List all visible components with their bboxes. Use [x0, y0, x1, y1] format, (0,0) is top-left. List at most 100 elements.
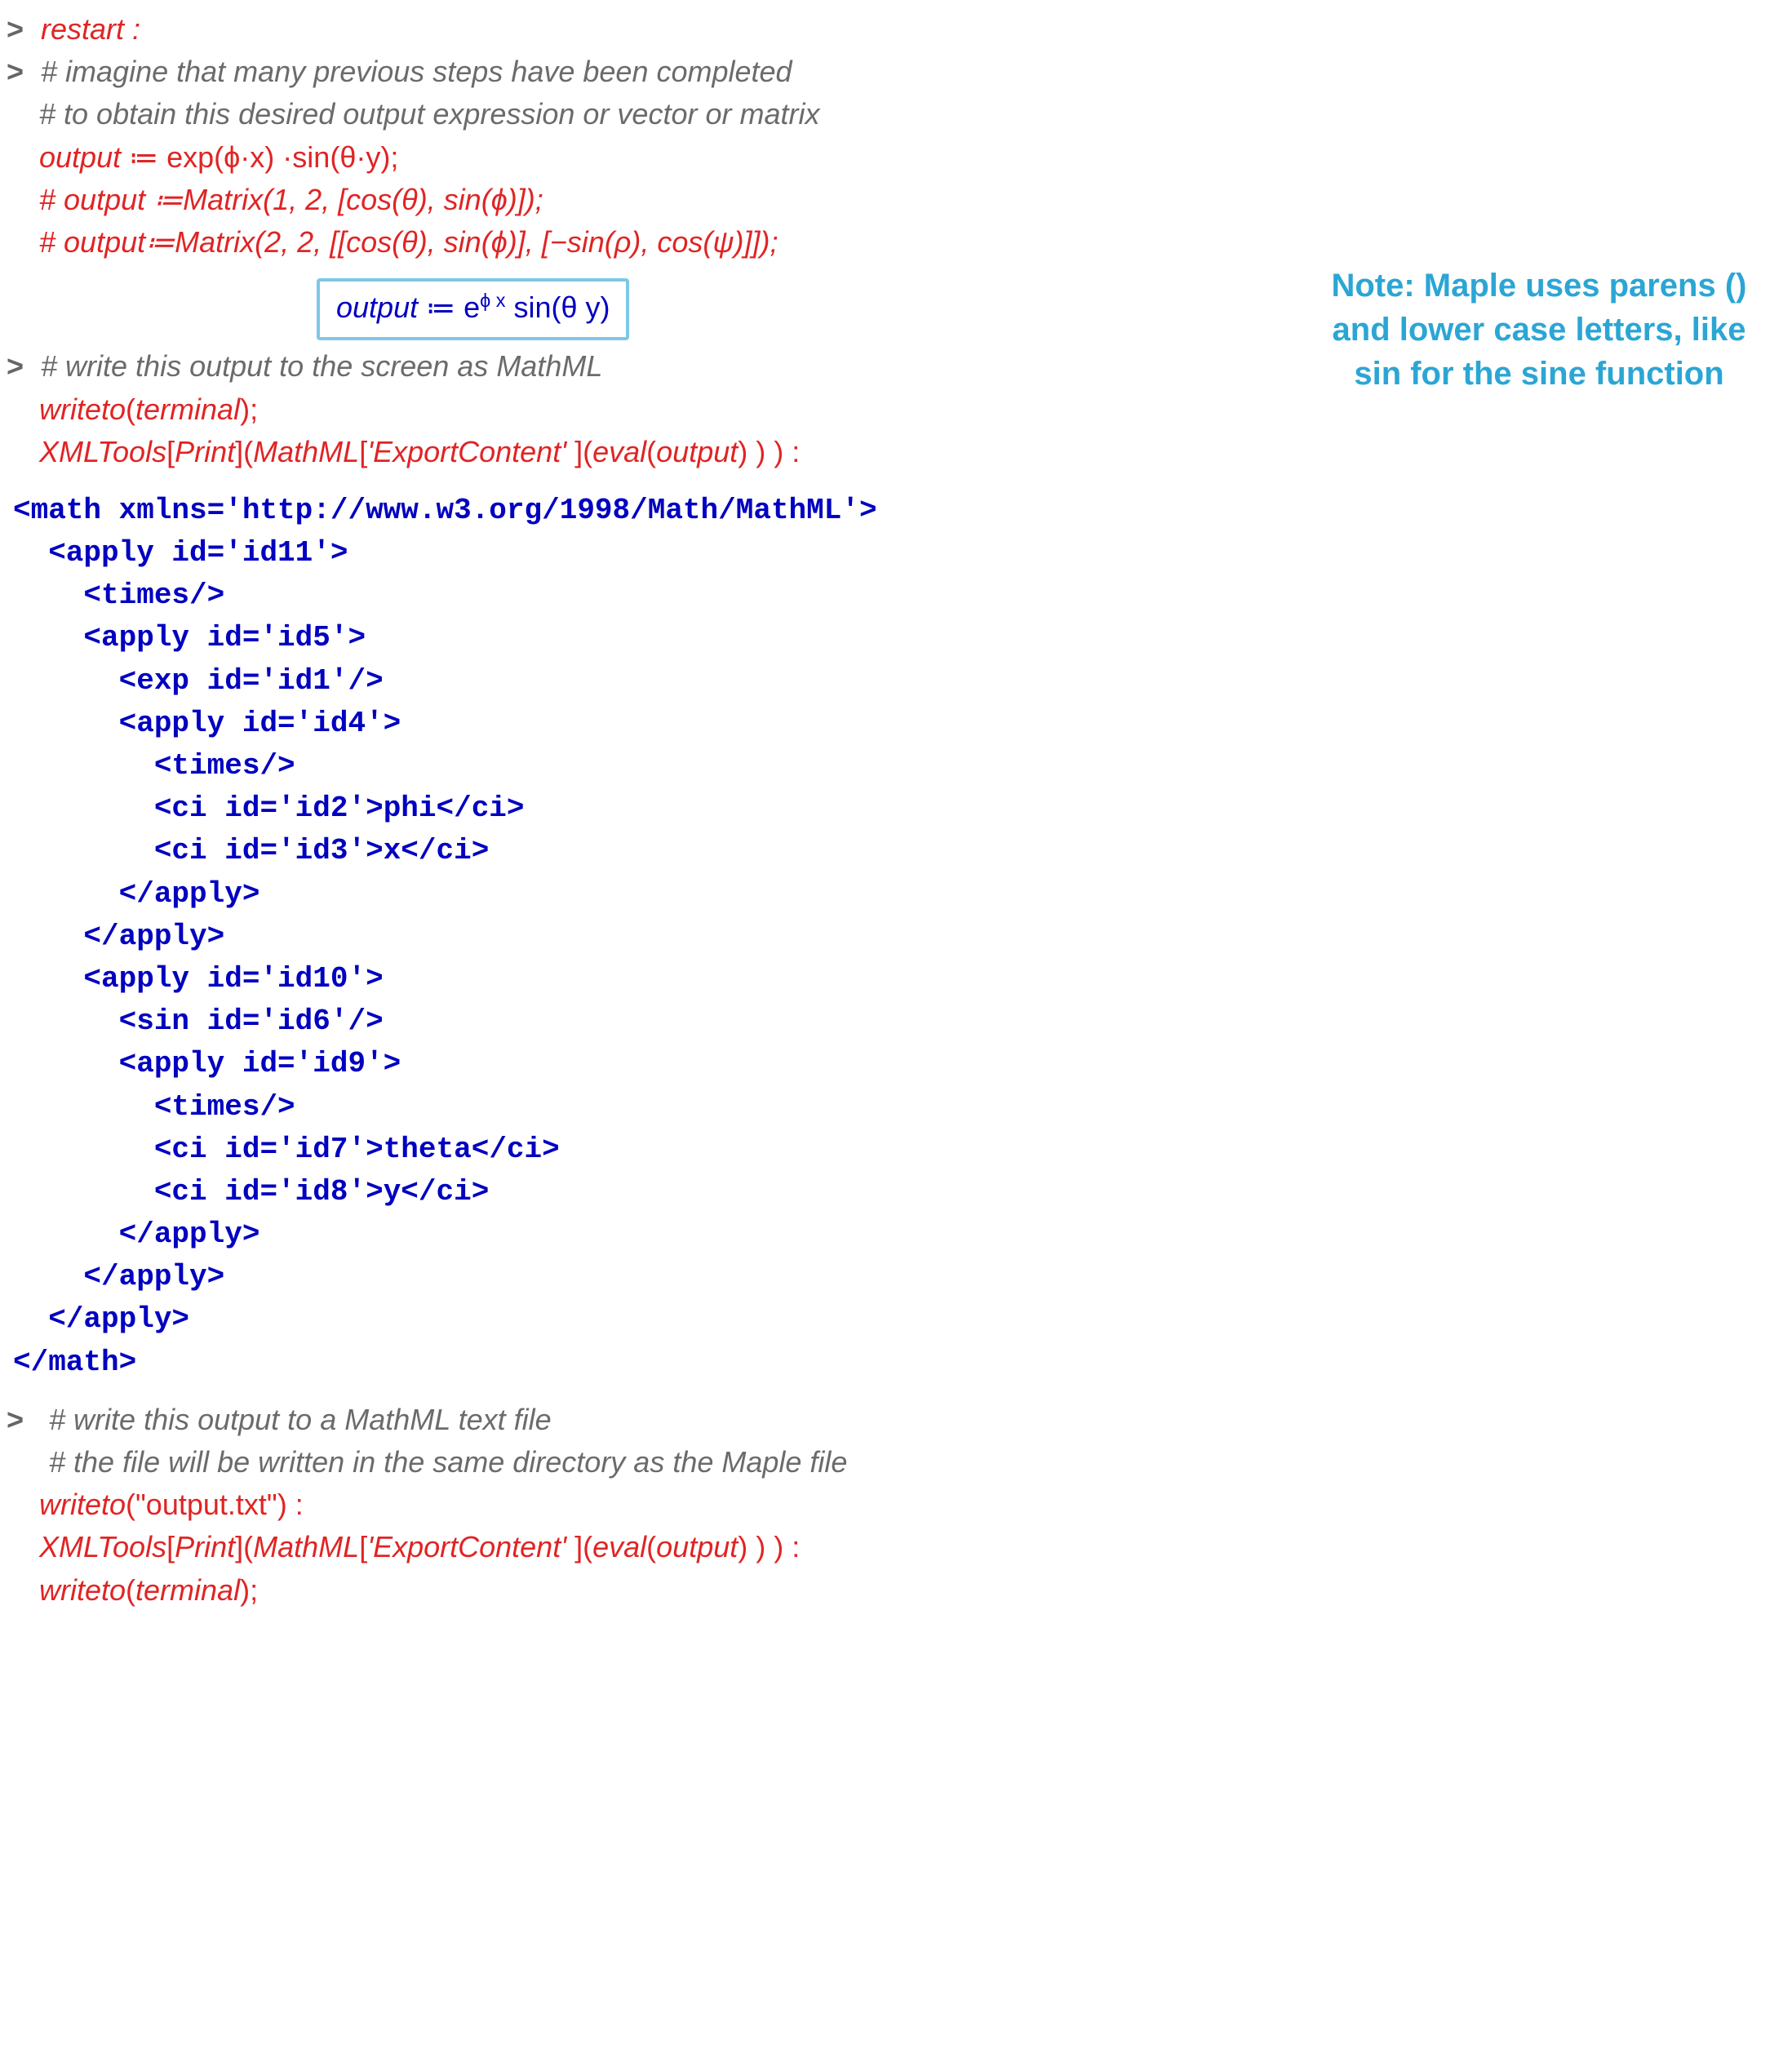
ci-close: </ci>: [401, 1175, 489, 1209]
exportcontent: 'ExportContent': [367, 435, 566, 468]
comment-text: [41, 1403, 49, 1436]
paren-close: ): [240, 1573, 250, 1607]
mathml-line: </apply>: [13, 873, 1776, 916]
assign-op: ≔: [121, 140, 166, 174]
ci-content: x: [384, 834, 401, 867]
ci-close: </ci>: [472, 1133, 560, 1166]
input-line-comment-6: > # write this output to a MathML text f…: [7, 1399, 1776, 1441]
mathml-line: <exp id='id1'/>: [13, 660, 1776, 703]
mathml-line: </apply>: [13, 1213, 1776, 1256]
semicolon: ;: [390, 140, 398, 174]
e-base: e: [464, 291, 480, 324]
sin-arg: (θ·y): [330, 140, 390, 174]
semicolon: ;: [250, 1573, 258, 1607]
input-line-writeto-terminal-2: writeto(terminal);: [7, 1569, 1776, 1612]
mathml: MathML: [253, 1530, 359, 1563]
mathml-line: <times/>: [13, 574, 1776, 617]
mathml-output-block: <math xmlns='http://www.w3.org/1998/Math…: [13, 490, 1776, 1384]
exp-arg: (ϕ·x): [214, 140, 274, 174]
comment-text: # output≔Matrix(2, 2, [[cos(θ), sin(ϕ)],…: [39, 225, 778, 259]
mathml-line: <ci id='id2'>phi</ci>: [13, 787, 1776, 830]
input-line-xmltools-print: XMLTools[Print](MathML['ExportContent' ]…: [7, 431, 1776, 473]
comment-text: # the file will be written in the same d…: [49, 1445, 847, 1479]
comment-text: # write this output to a MathML text fil…: [49, 1403, 552, 1436]
mathml-line: </math>: [13, 1342, 1776, 1384]
colon: :: [783, 1530, 800, 1563]
restart-command: restart :: [41, 12, 140, 46]
fn-writeto: writeto: [39, 1488, 126, 1521]
mathml-line: <ci id='id3'>x</ci>: [13, 830, 1776, 872]
fn-writeto: writeto: [39, 393, 126, 426]
mathml-line: <sin id='id6'/>: [13, 1000, 1776, 1043]
ci-content: theta: [384, 1133, 472, 1166]
ci-open: <ci id='id7'>: [13, 1133, 384, 1166]
e-exponent: ϕ x: [480, 290, 505, 311]
prompt-icon: >: [7, 8, 33, 51]
paren-open: (: [583, 1530, 592, 1563]
colon: :: [783, 435, 800, 468]
assign-lhs: output: [39, 140, 121, 174]
input-line-assign: output ≔ exp(ϕ·x) ·sin(θ·y);: [7, 136, 1776, 179]
paren-close: ): [277, 1488, 287, 1521]
output-arg: output: [656, 1530, 738, 1563]
parens-close: ) ) ): [738, 1530, 783, 1563]
exp-fn: exp: [166, 140, 214, 174]
bracket-close: ]: [235, 1530, 243, 1563]
bracket-open: [: [359, 435, 367, 468]
xmltools: XMLTools: [39, 435, 166, 468]
ci-open: <ci id='id3'>: [13, 834, 384, 867]
mathml-line: <ci id='id8'>y</ci>: [13, 1171, 1776, 1213]
mathml-line: <times/>: [13, 745, 1776, 787]
mathml-line: <apply id='id5'>: [13, 617, 1776, 659]
output-assign: ≔: [418, 291, 464, 324]
input-line-restart: > restart :: [7, 8, 1776, 51]
mathml-line: <apply id='id11'>: [13, 532, 1776, 574]
parens-close: ) ) ): [738, 435, 783, 468]
input-line-comment-4: # output≔Matrix(2, 2, [[cos(θ), sin(ϕ)],…: [7, 221, 1776, 264]
paren-open: (: [646, 1530, 656, 1563]
ci-open: <ci id='id2'>: [13, 792, 384, 825]
input-line-comment-2: # to obtain this desired output expressi…: [7, 93, 1776, 135]
maple-output-box: output ≔ eϕ x sin(θ y): [317, 278, 629, 340]
arg-terminal: terminal: [135, 1573, 240, 1607]
prompt-icon: >: [7, 345, 33, 388]
arg-filename: "output.txt": [135, 1488, 277, 1521]
prompt-icon: >: [7, 51, 33, 93]
prompt-icon: >: [7, 1399, 33, 1441]
ci-content: phi: [384, 792, 437, 825]
semicolon: ;: [250, 393, 258, 426]
dot: ·: [274, 140, 292, 174]
paren-close: ): [240, 393, 250, 426]
comment-text: # output ≔Matrix(1, 2, [cos(θ), sin(ϕ)])…: [39, 183, 543, 216]
paren-open: (: [583, 435, 592, 468]
output-arg: output: [656, 435, 738, 468]
eval: eval: [592, 435, 646, 468]
eval: eval: [592, 1530, 646, 1563]
bracket-close: ]: [566, 435, 583, 468]
paren-open: (: [243, 1530, 253, 1563]
print: Print: [175, 1530, 235, 1563]
mathml-line: <apply id='id10'>: [13, 958, 1776, 1000]
mathml-line: <ci id='id7'>theta</ci>: [13, 1129, 1776, 1171]
paren-open: (: [126, 1488, 135, 1521]
ci-open: <ci id='id8'>: [13, 1175, 384, 1209]
input-line-writeto-file: writeto("output.txt") :: [7, 1484, 1776, 1526]
mathml: MathML: [253, 435, 359, 468]
input-line-comment-5: > # write this output to the screen as M…: [7, 345, 1776, 388]
print: Print: [175, 435, 235, 468]
paren-open: (: [243, 435, 253, 468]
ci-close: </ci>: [401, 834, 489, 867]
mathml-line: <math xmlns='http://www.w3.org/1998/Math…: [13, 490, 1776, 532]
output-lhs: output: [336, 291, 418, 324]
paren-open: (: [126, 393, 135, 426]
xmltools: XMLTools: [39, 1530, 166, 1563]
input-line-comment-1: > # imagine that many previous steps hav…: [7, 51, 1776, 93]
output-region: Note: Maple uses parens () and lower cas…: [7, 264, 1776, 345]
mathml-line: </apply>: [13, 1298, 1776, 1341]
arg-terminal: terminal: [135, 393, 240, 426]
paren-open: (: [126, 1573, 135, 1607]
input-line-xmltools-print-2: XMLTools[Print](MathML['ExportContent' ]…: [7, 1526, 1776, 1568]
mathml-line: <apply id='id9'>: [13, 1043, 1776, 1085]
bracket-open: [: [166, 1530, 175, 1563]
paren-open: (: [646, 435, 656, 468]
